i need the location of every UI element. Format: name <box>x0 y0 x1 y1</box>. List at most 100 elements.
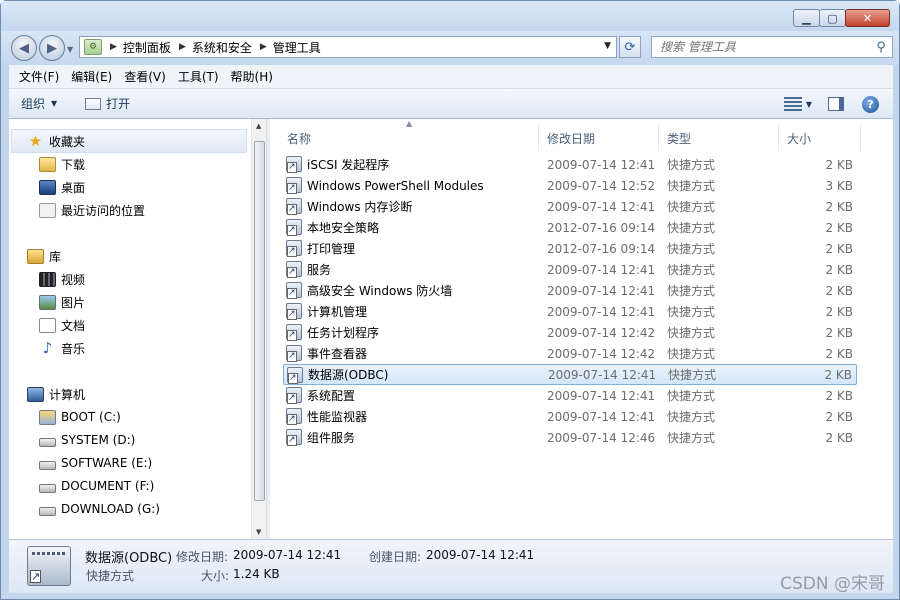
address-bar[interactable]: ⚙ ▶ 控制面板 ▶ 系统和安全 ▶ 管理工具 ▼ <box>79 36 617 58</box>
file-row[interactable]: 组件服务 2009-07-14 12:46 快捷方式 2 KB <box>283 427 857 448</box>
sidebar-item-drive-c[interactable]: BOOT (C:) <box>39 406 121 428</box>
sidebar-item-favorites[interactable]: ★ 收藏夹 <box>27 130 85 152</box>
search-icon[interactable]: ⚲ <box>870 40 892 55</box>
minimize-button[interactable]: ▁ <box>793 9 820 27</box>
sidebar-item-desktop[interactable]: 桌面 <box>39 176 85 198</box>
desktop-icon <box>39 179 56 195</box>
sidebar-item-label: 视频 <box>61 272 86 287</box>
open-button[interactable]: 打开 <box>69 95 130 112</box>
file-name: Windows PowerShell Modules <box>307 178 484 193</box>
sidebar-item-music[interactable]: ♪ 音乐 <box>39 337 85 359</box>
shortcut-icon <box>286 261 302 278</box>
details-pane: 数据源(ODBC) 修改日期: 2009-07-14 12:41 创建日期: 2… <box>9 539 893 593</box>
file-row[interactable]: 事件查看器 2009-07-14 12:42 快捷方式 2 KB <box>283 343 857 364</box>
sidebar-item-downloads[interactable]: 下载 <box>39 153 85 175</box>
back-button[interactable]: ◀ <box>11 35 37 61</box>
file-row-selected[interactable]: 数据源(ODBC) 2009-07-14 12:41 快捷方式 2 KB <box>283 364 857 385</box>
file-row[interactable]: 高级安全 Windows 防火墙 2009-07-14 12:41 快捷方式 2… <box>283 280 857 301</box>
computer-icon <box>27 386 44 402</box>
maximize-button[interactable]: ▢ <box>819 9 846 27</box>
chevron-right-icon[interactable]: ▶ <box>260 42 267 52</box>
search-input[interactable] <box>652 40 870 54</box>
search-box[interactable]: ⚲ <box>651 36 893 58</box>
help-icon[interactable]: ? <box>862 95 879 113</box>
column-header-modified[interactable]: 修改日期 <box>543 125 659 151</box>
file-size: 2 KB <box>825 304 853 319</box>
file-type: 快捷方式 <box>667 179 716 193</box>
menu-help[interactable]: 帮助(H) <box>225 68 279 85</box>
menu-view[interactable]: 查看(V) <box>118 68 172 85</box>
shortcut-icon <box>286 387 302 404</box>
preview-pane-icon[interactable] <box>828 97 844 111</box>
breadcrumb-system-security[interactable]: 系统和安全 <box>192 39 252 56</box>
file-row[interactable]: 任务计划程序 2009-07-14 12:42 快捷方式 2 KB <box>283 322 857 343</box>
file-row[interactable]: 计算机管理 2009-07-14 12:41 快捷方式 2 KB <box>283 301 857 322</box>
scroll-up-icon[interactable]: ▲ <box>256 122 261 130</box>
column-header-size[interactable]: 大小 <box>783 125 861 151</box>
refresh-button[interactable]: ⟳ <box>619 36 641 58</box>
control-panel-icon: ⚙ <box>84 39 102 55</box>
sidebar-item-computer[interactable]: 计算机 <box>27 383 85 405</box>
open-label: 打开 <box>106 97 131 111</box>
file-row[interactable]: 系统配置 2009-07-14 12:41 快捷方式 2 KB <box>283 385 857 406</box>
drive-icon <box>39 437 56 447</box>
sidebar-item-pictures[interactable]: 图片 <box>39 291 85 313</box>
menu-tools[interactable]: 工具(T) <box>172 68 225 85</box>
chevron-right-icon[interactable]: ▶ <box>179 42 186 52</box>
file-name: Windows 内存诊断 <box>307 200 413 214</box>
sidebar-item-drive-d[interactable]: SYSTEM (D:) <box>39 429 135 451</box>
sidebar-item-drive-f[interactable]: DOCUMENT (F:) <box>39 475 154 497</box>
sidebar-item-drive-g[interactable]: DOWNLOAD (G:) <box>39 498 160 520</box>
menu-edit[interactable]: 编辑(E) <box>65 68 118 85</box>
file-type: 快捷方式 <box>667 200 716 214</box>
sidebar-computer-label: 计算机 <box>49 387 86 402</box>
column-header-name[interactable]: 名称 <box>283 125 539 151</box>
drive-icon <box>39 483 56 493</box>
history-dropdown-icon[interactable]: ▼ <box>67 45 73 54</box>
odbc-shortcut-icon <box>27 546 71 586</box>
file-row[interactable]: Windows 内存诊断 2009-07-14 12:41 快捷方式 2 KB <box>283 196 857 217</box>
menu-file[interactable]: 文件(F) <box>13 68 65 85</box>
breadcrumb-control-panel[interactable]: 控制面板 <box>123 39 171 56</box>
file-type: 快捷方式 <box>667 389 716 403</box>
navigation-scrollbar[interactable]: ▲ ▼ <box>251 119 266 539</box>
scroll-thumb[interactable] <box>254 141 265 501</box>
file-size: 2 KB <box>825 346 853 361</box>
sidebar-item-libraries[interactable]: 库 <box>27 245 61 267</box>
breadcrumb-admin-tools[interactable]: 管理工具 <box>273 39 321 56</box>
file-row[interactable]: 服务 2009-07-14 12:41 快捷方式 2 KB <box>283 259 857 280</box>
explorer-window: ▁ ▢ ✕ ◀ ▶ ▼ ⚙ ▶ 控制面板 ▶ 系统和安全 ▶ 管理工具 ▼ ⟳ … <box>0 0 900 600</box>
libraries-icon <box>27 248 44 264</box>
sidebar-item-label: 音乐 <box>61 341 86 356</box>
file-row[interactable]: 性能监视器 2009-07-14 12:41 快捷方式 2 KB <box>283 406 857 427</box>
sidebar-item-videos[interactable]: 视频 <box>39 268 85 290</box>
file-row[interactable]: 打印管理 2012-07-16 09:14 快捷方式 2 KB <box>283 238 857 259</box>
file-type: 快捷方式 <box>668 368 717 382</box>
file-date: 2009-07-14 12:41 <box>547 409 656 424</box>
organize-button[interactable]: 组织 ▼ <box>21 95 57 112</box>
file-size: 2 KB <box>825 262 853 277</box>
view-options-icon[interactable] <box>783 97 802 111</box>
address-dropdown-icon[interactable]: ▼ <box>604 41 611 51</box>
file-size: 2 KB <box>825 430 853 445</box>
file-size: 2 KB <box>825 388 853 403</box>
forward-button[interactable]: ▶ <box>39 35 65 61</box>
file-date: 2009-07-14 12:41 <box>547 388 656 403</box>
sidebar-item-drive-e[interactable]: SOFTWARE (E:) <box>39 452 152 474</box>
file-row[interactable]: iSCSI 发起程序 2009-07-14 12:41 快捷方式 2 KB <box>283 154 857 175</box>
sidebar-item-label: DOWNLOAD (G:) <box>61 502 160 516</box>
file-row[interactable]: 本地安全策略 2012-07-16 09:14 快捷方式 2 KB <box>283 217 857 238</box>
view-dropdown-icon[interactable]: ▼ <box>806 100 812 109</box>
recent-places-icon <box>39 202 56 218</box>
chevron-right-icon[interactable]: ▶ <box>110 42 117 52</box>
sidebar-item-recent-places[interactable]: 最近访问的位置 <box>39 199 145 221</box>
file-type: 快捷方式 <box>667 410 716 424</box>
file-row[interactable]: Windows PowerShell Modules 2009-07-14 12… <box>283 175 857 196</box>
sidebar-item-documents[interactable]: 文档 <box>39 314 85 336</box>
column-header-label: 修改日期 <box>547 131 596 146</box>
details-modified-label: 修改日期: <box>176 550 229 564</box>
close-button[interactable]: ✕ <box>845 9 890 27</box>
column-header-type[interactable]: 类型 <box>663 125 779 151</box>
scroll-down-icon[interactable]: ▼ <box>256 528 261 536</box>
shortcut-icon <box>286 219 302 236</box>
